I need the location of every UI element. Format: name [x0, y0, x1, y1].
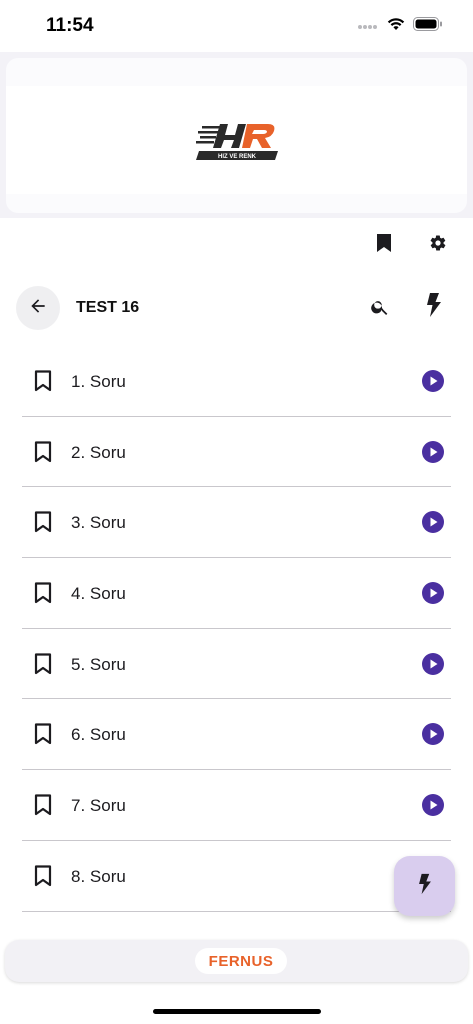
- question-label: 1. Soru: [71, 372, 126, 391]
- list-item[interactable]: 6. Soru: [22, 699, 451, 771]
- status-bar: 11:54: [0, 0, 473, 52]
- status-icons: [357, 17, 443, 36]
- logo-caption: HIZ VE RENK: [218, 154, 257, 160]
- fernus-logo[interactable]: FERNUS: [195, 948, 287, 974]
- search-button[interactable]: [367, 296, 393, 322]
- quick-action-fab[interactable]: [394, 856, 455, 916]
- list-item[interactable]: 1. Soru: [22, 346, 451, 417]
- banner-card: HIZ VE RENK: [6, 58, 467, 213]
- bookmark-outline-icon[interactable]: [34, 582, 52, 609]
- question-label: 3. Soru: [71, 513, 126, 533]
- question-label: 8. Soru: [71, 866, 126, 886]
- bookmark-outline-icon[interactable]: [34, 441, 52, 468]
- list-item[interactable]: 8. Soru: [22, 841, 451, 912]
- play-circle-icon[interactable]: [422, 440, 444, 468]
- hr-logo: HIZ VE RENK: [192, 120, 284, 164]
- gear-icon: [429, 234, 447, 257]
- bookmark-filled-icon: [376, 233, 392, 258]
- bookmarks-button[interactable]: [371, 232, 397, 258]
- list-item[interactable]: 2. Soru: [22, 417, 451, 488]
- bookmark-outline-icon[interactable]: [34, 794, 52, 821]
- play-circle-icon[interactable]: [422, 723, 444, 750]
- quick-action-button[interactable]: [421, 292, 447, 323]
- play-circle-icon[interactable]: [422, 652, 444, 680]
- page-title: TEST 16: [76, 299, 140, 316]
- question-list: 1. Soru 2. Soru 3. Soru 4. Soru 5. Soru …: [22, 346, 451, 912]
- list-item[interactable]: 4. Soru: [22, 558, 451, 629]
- list-item[interactable]: 3. Soru: [22, 487, 451, 559]
- question-label: 5. Soru: [71, 654, 126, 674]
- header-row: TEST 16: [0, 284, 473, 332]
- play-circle-icon[interactable]: [422, 794, 444, 821]
- question-label: 4. Soru: [71, 584, 126, 604]
- footer-bar: FERNUS: [5, 940, 468, 982]
- footer-brand: FERNUS: [208, 952, 274, 970]
- question-label: 2. Soru: [71, 442, 126, 462]
- battery-icon: [413, 17, 443, 36]
- back-button[interactable]: [16, 286, 60, 330]
- arrow-left-icon: [28, 296, 48, 321]
- play-circle-icon[interactable]: [422, 370, 444, 397]
- bolt-icon: [426, 292, 442, 323]
- list-item[interactable]: 7. Soru: [22, 770, 451, 841]
- play-circle-icon[interactable]: [422, 511, 444, 538]
- top-actions: [371, 232, 451, 258]
- bolt-icon: [418, 873, 432, 900]
- bookmark-outline-icon[interactable]: [34, 511, 52, 538]
- bookmark-outline-icon[interactable]: [34, 370, 52, 397]
- bookmark-outline-icon[interactable]: [34, 723, 52, 750]
- play-circle-icon[interactable]: [422, 582, 444, 609]
- banner-ad[interactable]: HIZ VE RENK: [6, 86, 467, 194]
- bookmark-outline-icon[interactable]: [34, 865, 52, 892]
- status-time: 11:54: [46, 15, 94, 36]
- list-item[interactable]: 5. Soru: [22, 629, 451, 700]
- search-icon: [370, 297, 390, 322]
- banner-area: HIZ VE RENK: [0, 52, 473, 218]
- question-label: 6. Soru: [71, 725, 126, 745]
- home-indicator[interactable]: [153, 1009, 321, 1014]
- wifi-icon: [387, 17, 405, 36]
- settings-button[interactable]: [425, 232, 451, 258]
- bookmark-outline-icon[interactable]: [34, 653, 52, 680]
- signal-icon: [357, 18, 379, 36]
- question-label: 7. Soru: [71, 796, 126, 816]
